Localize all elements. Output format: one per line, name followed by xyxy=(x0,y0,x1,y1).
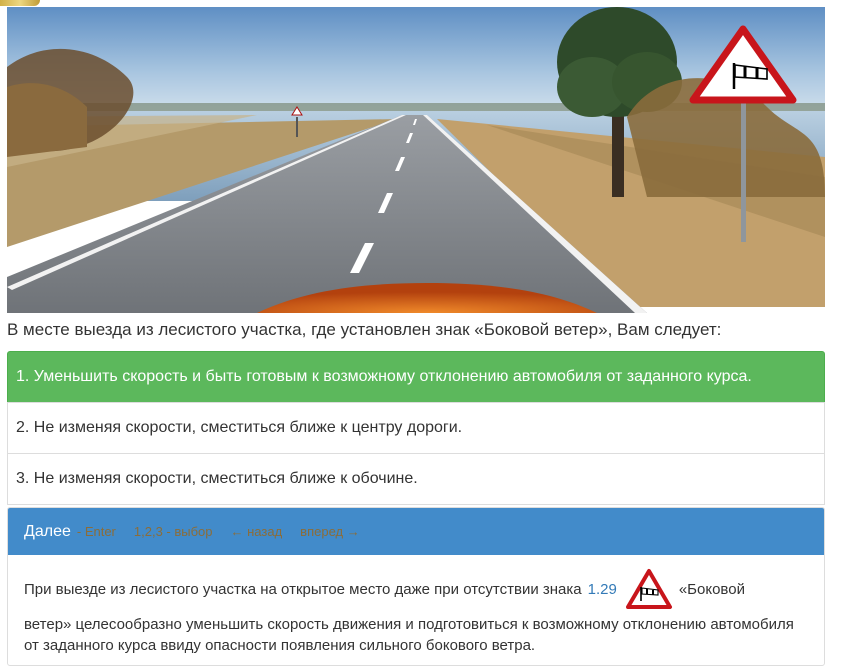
answer-option-1[interactable]: 1. Уменьшить скорость и быть готовым к в… xyxy=(7,351,825,403)
enter-hint: - Enter xyxy=(76,524,116,539)
explanation-body: При выезде из лесистого участка на откры… xyxy=(8,555,824,656)
answer-option-3[interactable]: 3. Не изменяя скорости, сместиться ближе… xyxy=(7,453,825,505)
forward-link[interactable]: вперед → xyxy=(300,524,360,539)
question-text: В месте выезда из лесистого участка, где… xyxy=(7,320,722,339)
explanation-text-3: ветер» целесообразно уменьшить скорость … xyxy=(24,616,794,654)
next-button[interactable]: Далее xyxy=(24,523,71,541)
answer-option-2[interactable]: 2. Не изменяя скорости, сместиться ближе… xyxy=(7,402,825,454)
back-link[interactable]: ← назад xyxy=(231,524,283,539)
crosswind-sign-icon xyxy=(625,568,673,610)
panel-heading: Далее - Enter 1,2,3 - выбор ← назад впер… xyxy=(8,508,824,555)
question-image xyxy=(7,7,825,313)
explanation-text-1: При выезде из лесистого участка на откры… xyxy=(24,580,582,598)
select-hint: 1,2,3 - выбор xyxy=(133,524,213,539)
explanation-text-2: «Боковой xyxy=(678,580,745,598)
sign-reference-link[interactable]: 1.29 xyxy=(588,579,617,600)
answer-list: 1. Уменьшить скорость и быть готовым к в… xyxy=(7,351,825,505)
logo-corner xyxy=(0,0,40,6)
explanation-panel: Далее - Enter 1,2,3 - выбор ← назад впер… xyxy=(7,507,825,666)
